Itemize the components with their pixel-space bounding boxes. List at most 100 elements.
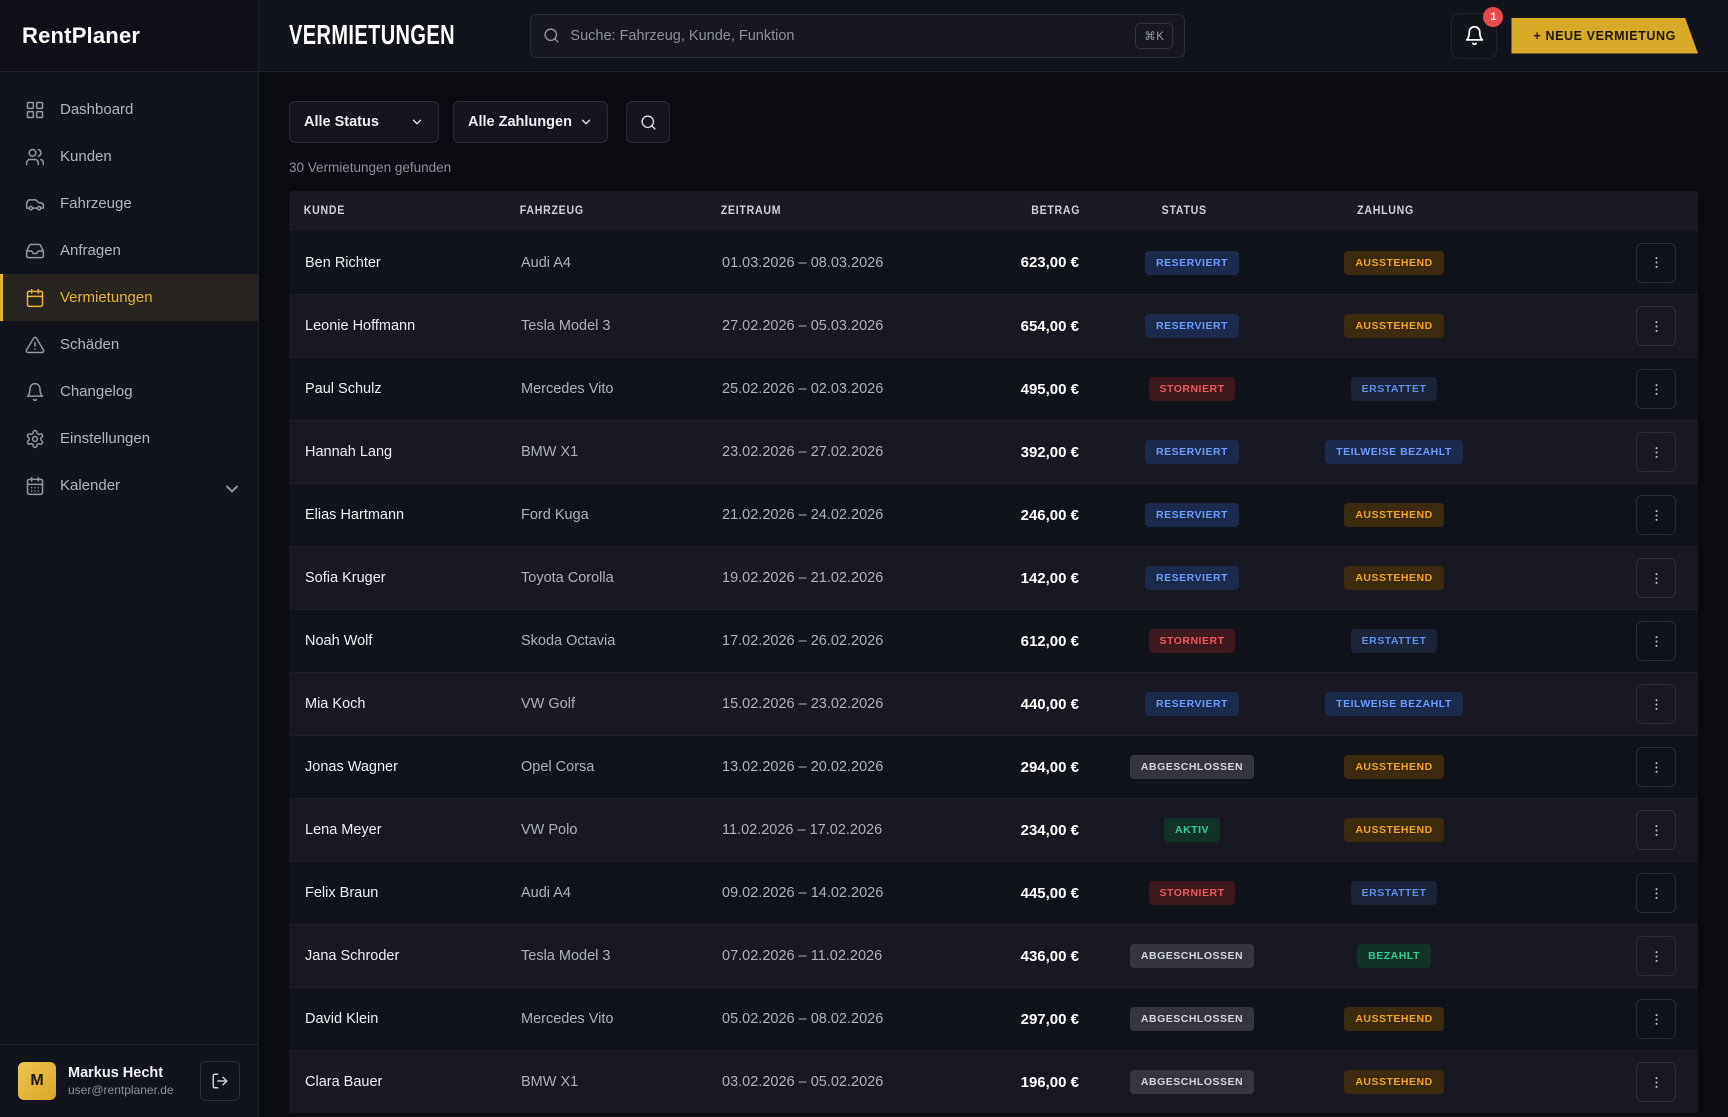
row-menu-button[interactable] — [1636, 621, 1676, 661]
cell-zeitraum: 09.02.2026 – 14.02.2026 — [706, 885, 959, 901]
global-search[interactable]: ⌘K — [530, 14, 1185, 58]
sidebar-item-einstellungen[interactable]: Einstellungen — [0, 415, 258, 462]
main-area: VERMIETUNGEN ⌘K 1 + NEUE VERMIETUNG Alle… — [259, 0, 1728, 1117]
payment-badge: ERSTATTET — [1351, 881, 1438, 905]
kebab-menu-icon — [1649, 634, 1664, 649]
cell-zeitraum: 07.02.2026 – 11.02.2026 — [706, 948, 959, 964]
cell-kunde: Lena Meyer — [289, 822, 505, 838]
table-row[interactable]: David KleinMercedes Vito05.02.2026 – 08.… — [289, 987, 1698, 1050]
inbox-icon — [25, 241, 45, 261]
kebab-menu-icon — [1649, 508, 1664, 523]
row-menu-button[interactable] — [1636, 306, 1676, 346]
cell-zahlung: BEZAHLT — [1289, 944, 1499, 968]
bell-icon — [25, 382, 45, 402]
cell-status: AKTIV — [1095, 818, 1289, 842]
search-input[interactable] — [570, 28, 1126, 44]
sidebar-item-changelog[interactable]: Changelog — [0, 368, 258, 415]
calendar-icon — [25, 288, 45, 308]
sidebar-item-label: Vermietungen — [60, 289, 153, 306]
table-row[interactable]: Jana SchroderTesla Model 307.02.2026 – 1… — [289, 924, 1698, 987]
payment-badge: AUSSTEHEND — [1344, 1007, 1443, 1031]
row-menu-button[interactable] — [1636, 810, 1676, 850]
cell-zahlung: ERSTATTET — [1289, 629, 1499, 653]
status-filter-select[interactable]: Alle Status — [289, 101, 439, 143]
row-menu-button[interactable] — [1636, 558, 1676, 598]
table-row[interactable]: Sofia KrugerToyota Corolla19.02.2026 – 2… — [289, 546, 1698, 609]
payment-badge: AUSSTEHEND — [1344, 755, 1443, 779]
results-count: 30 Vermietungen gefunden — [289, 160, 1698, 175]
table-row[interactable]: Leonie HoffmannTesla Model 327.02.2026 –… — [289, 294, 1698, 357]
table-row[interactable]: Noah WolfSkoda Octavia17.02.2026 – 26.02… — [289, 609, 1698, 672]
row-menu-button[interactable] — [1636, 1062, 1676, 1102]
column-header-zahlung: ZAHLUNG — [1289, 205, 1482, 217]
table-search-button[interactable] — [626, 101, 670, 143]
cell-status: ABGESCHLOSSEN — [1095, 944, 1289, 968]
cell-status: RESERVIERT — [1095, 314, 1289, 338]
cell-actions — [1499, 432, 1698, 472]
sidebar-item-kalender[interactable]: Kalender — [0, 462, 258, 509]
payment-filter-select[interactable]: Alle Zahlungen — [453, 101, 608, 143]
kebab-menu-icon — [1649, 382, 1664, 397]
table-row[interactable]: Hannah LangBMW X123.02.2026 – 27.02.2026… — [289, 420, 1698, 483]
sidebar-item-fahrzeuge[interactable]: Fahrzeuge — [0, 180, 258, 227]
cell-betrag: 654,00 € — [959, 318, 1095, 335]
payment-badge: ERSTATTET — [1351, 377, 1438, 401]
dashboard-icon — [25, 100, 45, 120]
sidebar-item-label: Changelog — [60, 383, 133, 400]
chevron-down-icon — [222, 479, 236, 493]
cell-status: STORNIERT — [1095, 629, 1289, 653]
cell-kunde: Sofia Kruger — [289, 570, 505, 586]
row-menu-button[interactable] — [1636, 999, 1676, 1039]
logout-button[interactable] — [200, 1061, 240, 1101]
row-menu-button[interactable] — [1636, 747, 1676, 787]
cell-zeitraum: 03.02.2026 – 05.02.2026 — [706, 1074, 959, 1090]
user-info: Markus Hecht user@rentplaner.de — [68, 1065, 188, 1097]
page-title: VERMIETUNGEN — [289, 19, 455, 51]
table-row[interactable]: Clara BauerBMW X103.02.2026 – 05.02.2026… — [289, 1050, 1698, 1113]
topbar-right: 1 + NEUE VERMIETUNG — [1451, 13, 1698, 59]
row-menu-button[interactable] — [1636, 243, 1676, 283]
table-row[interactable]: Mia KochVW Golf15.02.2026 – 23.02.202644… — [289, 672, 1698, 735]
row-menu-button[interactable] — [1636, 936, 1676, 976]
cell-fahrzeug: Audi A4 — [505, 255, 706, 271]
table-row[interactable]: Jonas WagnerOpel Corsa13.02.2026 – 20.02… — [289, 735, 1698, 798]
new-rental-button[interactable]: + NEUE VERMIETUNG — [1511, 18, 1698, 54]
search-icon — [543, 27, 560, 44]
row-menu-button[interactable] — [1636, 432, 1676, 472]
cell-fahrzeug: BMW X1 — [505, 1074, 706, 1090]
status-badge: ABGESCHLOSSEN — [1130, 944, 1254, 968]
app-logo: RentPlaner — [22, 23, 140, 49]
kebab-menu-icon — [1649, 823, 1664, 838]
sidebar-item-vermietungen[interactable]: Vermietungen — [0, 274, 258, 321]
payment-badge: TEILWEISE BEZAHLT — [1325, 440, 1463, 464]
sidebar-item-dashboard[interactable]: Dashboard — [0, 86, 258, 133]
kebab-menu-icon — [1649, 1012, 1664, 1027]
table-row[interactable]: Ben RichterAudi A401.03.2026 – 08.03.202… — [289, 231, 1698, 294]
cell-actions — [1499, 936, 1698, 976]
cell-zahlung: AUSSTEHEND — [1289, 251, 1499, 275]
table-row[interactable]: Paul SchulzMercedes Vito25.02.2026 – 02.… — [289, 357, 1698, 420]
table-row[interactable]: Lena MeyerVW Polo11.02.2026 – 17.02.2026… — [289, 798, 1698, 861]
notifications-button[interactable]: 1 — [1451, 13, 1497, 59]
payment-filter-value: Alle Zahlungen — [468, 114, 572, 130]
logout-icon — [211, 1072, 229, 1090]
logo-area: RentPlaner — [0, 0, 258, 72]
row-menu-button[interactable] — [1636, 684, 1676, 724]
cell-zeitraum: 25.02.2026 – 02.03.2026 — [706, 381, 959, 397]
status-filter-value: Alle Status — [304, 114, 379, 130]
row-menu-button[interactable] — [1636, 495, 1676, 535]
kebab-menu-icon — [1649, 319, 1664, 334]
keyboard-shortcut-badge: ⌘K — [1136, 24, 1172, 48]
kebab-menu-icon — [1649, 949, 1664, 964]
cell-status: ABGESCHLOSSEN — [1095, 1007, 1289, 1031]
row-menu-button[interactable] — [1636, 873, 1676, 913]
cell-zeitraum: 05.02.2026 – 08.02.2026 — [706, 1011, 959, 1027]
sidebar-item-anfragen[interactable]: Anfragen — [0, 227, 258, 274]
table-row[interactable]: Elias HartmannFord Kuga21.02.2026 – 24.0… — [289, 483, 1698, 546]
row-menu-button[interactable] — [1636, 369, 1676, 409]
payment-badge: AUSSTEHEND — [1344, 566, 1443, 590]
table-row[interactable]: Felix BraunAudi A409.02.2026 – 14.02.202… — [289, 861, 1698, 924]
sidebar-nav: DashboardKundenFahrzeugeAnfragen Vermietu… — [0, 72, 258, 509]
sidebar-item-schden[interactable]: Schäden — [0, 321, 258, 368]
sidebar-item-kunden[interactable]: Kunden — [0, 133, 258, 180]
